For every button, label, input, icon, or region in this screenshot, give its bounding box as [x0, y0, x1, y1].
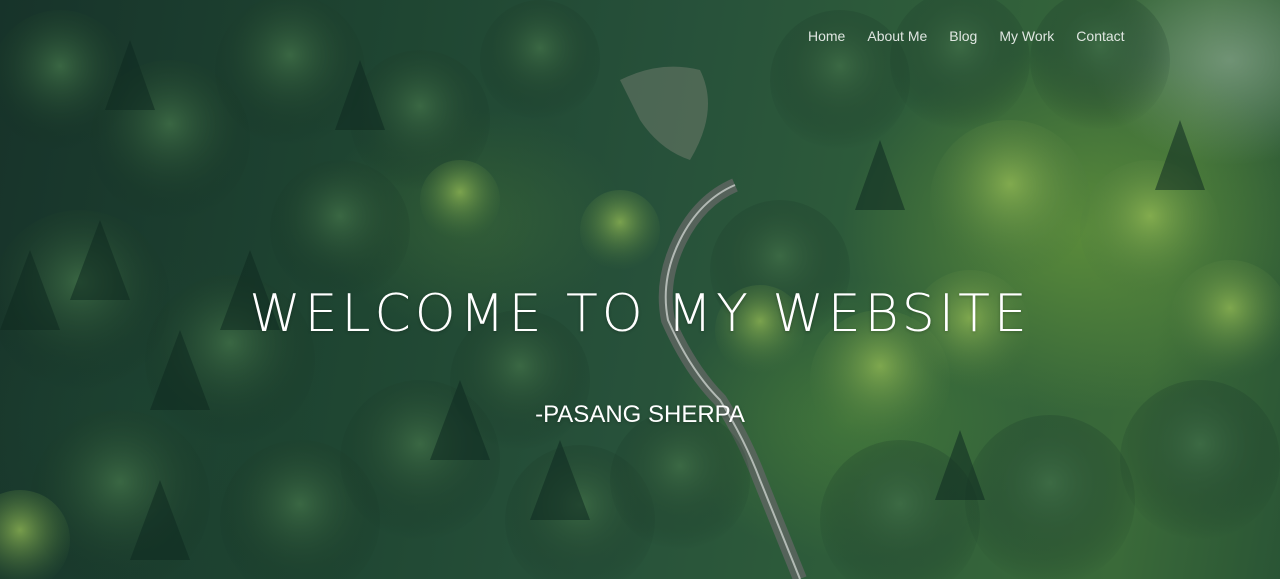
nav-item-about-me[interactable]: About Me — [867, 26, 927, 46]
nav-item-blog[interactable]: Blog — [949, 26, 977, 46]
nav-item-my-work[interactable]: My Work — [999, 26, 1054, 46]
nav-item-home[interactable]: Home — [808, 26, 845, 46]
hero-subtitle: -PASANG SHERPA — [535, 401, 745, 428]
hero-section: Home About Me Blog My Work Contact WELCO… — [0, 0, 1280, 579]
nav-item-contact[interactable]: Contact — [1076, 26, 1124, 46]
hero-title: WELCOME TO MY WEBSITE — [249, 284, 1031, 344]
main-nav: Home About Me Blog My Work Contact — [808, 26, 1125, 46]
